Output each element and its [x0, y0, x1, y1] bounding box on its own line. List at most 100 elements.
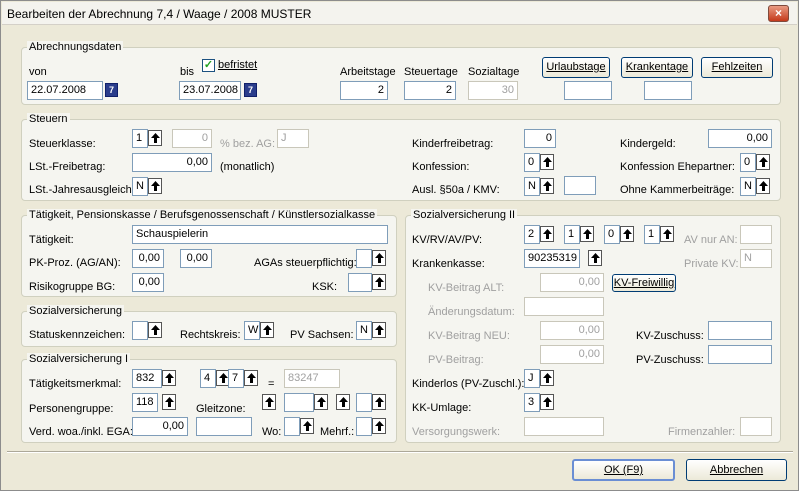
up-arrow-icon[interactable]: [756, 154, 770, 170]
agas-input[interactable]: [356, 249, 372, 268]
gleitzone-input-2[interactable]: [356, 393, 372, 412]
up-arrow-icon[interactable]: [540, 226, 554, 242]
konfession-input[interactable]: 0: [524, 153, 540, 172]
krankentage-button[interactable]: Krankentage: [621, 57, 693, 78]
risiko-input[interactable]: 0,00: [132, 273, 164, 292]
fehlzeiten-button[interactable]: Fehlzeiten: [701, 57, 773, 78]
pv-zuschuss-label: PV-Zuschuss:: [636, 354, 704, 366]
up-arrow-icon[interactable]: [620, 226, 634, 242]
up-arrow-icon[interactable]: [162, 394, 176, 410]
private-kv-input: N: [740, 249, 772, 268]
kammer-input[interactable]: N: [740, 177, 756, 196]
pv-input[interactable]: 1: [644, 225, 660, 244]
pg-input[interactable]: 118: [132, 393, 158, 412]
rechtskreis-input[interactable]: W: [244, 321, 260, 340]
up-arrow-icon[interactable]: [148, 130, 162, 146]
group-title-abrechnungsdaten: Abrechnungsdaten: [27, 41, 124, 53]
up-arrow-icon[interactable]: [372, 418, 386, 434]
up-arrow-icon[interactable]: [148, 322, 162, 338]
kindergeld-input[interactable]: 0,00: [708, 129, 772, 148]
steuertage-input[interactable]: 2: [404, 81, 456, 100]
ausl-extra-input[interactable]: [564, 176, 596, 195]
up-arrow-icon[interactable]: [540, 370, 554, 386]
calendar-icon[interactable]: 7: [244, 83, 257, 97]
up-arrow-icon[interactable]: [756, 178, 770, 194]
ksk-label: KSK:: [312, 281, 338, 293]
ausl-input[interactable]: N: [524, 177, 540, 196]
up-arrow-icon[interactable]: [660, 226, 674, 242]
up-arrow-icon[interactable]: [540, 154, 554, 170]
kv-freiwillig-button[interactable]: KV-Freiwillig: [612, 274, 676, 292]
verd-input-1[interactable]: 0,00: [132, 417, 188, 436]
pk-ag-input[interactable]: 0,00: [132, 249, 164, 268]
av-input[interactable]: 0: [604, 225, 620, 244]
pk-an-input[interactable]: 0,00: [180, 249, 212, 268]
pv-beitrag-input: 0,00: [540, 345, 604, 364]
tm-input-2[interactable]: 4: [200, 369, 216, 388]
status-label: Statuskennzeichen:: [29, 329, 126, 341]
status-input[interactable]: [132, 321, 148, 340]
taetigkeit-input[interactable]: Schauspielerin: [132, 225, 388, 244]
kv-alt-label: KV-Beitrag ALT:: [428, 282, 505, 294]
von-date-input[interactable]: 22.07.2008: [27, 81, 103, 100]
kv-input[interactable]: 2: [524, 225, 540, 244]
up-arrow-icon[interactable]: [148, 178, 162, 194]
up-arrow-icon[interactable]: [372, 250, 386, 266]
up-arrow-icon[interactable]: [580, 226, 594, 242]
up-arrow-icon[interactable]: [300, 418, 314, 434]
ok-button[interactable]: OK (F9): [572, 459, 675, 481]
kk-input[interactable]: 90235319: [524, 249, 580, 268]
konf-ehe-input[interactable]: 0: [740, 153, 756, 172]
freibetrag-label: LSt.-Freibetrag:: [29, 161, 106, 173]
bis-date-input[interactable]: 23.07.2008: [179, 81, 241, 100]
verd-input-2[interactable]: [196, 417, 252, 436]
bez-ag-label: % bez. AG:: [220, 138, 276, 150]
pv-zuschuss-input[interactable]: [708, 345, 772, 364]
sozialtage-input: 30: [468, 81, 518, 100]
up-arrow-icon[interactable]: [372, 274, 386, 290]
kinderlos-input[interactable]: J: [524, 369, 540, 388]
up-arrow-icon[interactable]: [262, 394, 276, 410]
close-button[interactable]: ×: [768, 5, 789, 22]
up-arrow-icon[interactable]: [588, 250, 602, 266]
arbeitstage-input[interactable]: 2: [340, 81, 388, 100]
cancel-button[interactable]: Abbrechen: [686, 459, 787, 481]
up-arrow-icon[interactable]: [372, 394, 386, 410]
jahresausgleich-input[interactable]: N: [132, 177, 148, 196]
krankentage-input[interactable]: [644, 81, 692, 100]
wo-input[interactable]: [284, 417, 300, 436]
rv-input[interactable]: 1: [564, 225, 580, 244]
tm-input-1[interactable]: 832: [132, 369, 162, 388]
versorgung-label: Versorgungswerk:: [412, 426, 501, 438]
befristet-checkbox[interactable]: ✓: [202, 59, 215, 72]
monatlich-label: (monatlich): [220, 161, 275, 173]
up-arrow-icon[interactable]: [244, 370, 258, 386]
up-arrow-icon[interactable]: [336, 394, 350, 410]
pv-sachsen-input[interactable]: N: [356, 321, 372, 340]
von-label: von: [29, 66, 47, 78]
konfession-label: Konfession:: [412, 161, 470, 173]
arbeitstage-label: Arbeitstage: [340, 66, 396, 78]
up-arrow-icon[interactable]: [540, 394, 554, 410]
steuerklasse-input[interactable]: 1: [132, 129, 148, 148]
gleitzone-input-1[interactable]: [284, 393, 314, 412]
urlaubstage-input[interactable]: [564, 81, 612, 100]
befristet-label: befristet: [218, 59, 258, 71]
tm-input-3[interactable]: 7: [228, 369, 244, 388]
freibetrag-input[interactable]: 0,00: [132, 153, 212, 172]
ksk-input[interactable]: [348, 273, 372, 292]
kv-zuschuss-input[interactable]: [708, 321, 772, 340]
up-arrow-icon[interactable]: [260, 322, 274, 338]
up-arrow-icon[interactable]: [540, 178, 554, 194]
urlaubstage-button[interactable]: Urlaubstage: [542, 57, 610, 78]
calendar-icon[interactable]: 7: [105, 83, 118, 97]
pk-label: PK-Proz. (AG/AN):: [29, 257, 121, 269]
gleitzone-label: Gleitzone:: [196, 403, 246, 415]
steuerklasse-pct-input: 0: [172, 129, 212, 148]
up-arrow-icon[interactable]: [372, 322, 386, 338]
kinderfreibetrag-input[interactable]: 0: [524, 129, 556, 148]
kk-umlage-input[interactable]: 3: [524, 393, 540, 412]
up-arrow-icon[interactable]: [162, 370, 176, 386]
up-arrow-icon[interactable]: [314, 394, 328, 410]
mehrf-input[interactable]: [356, 417, 372, 436]
